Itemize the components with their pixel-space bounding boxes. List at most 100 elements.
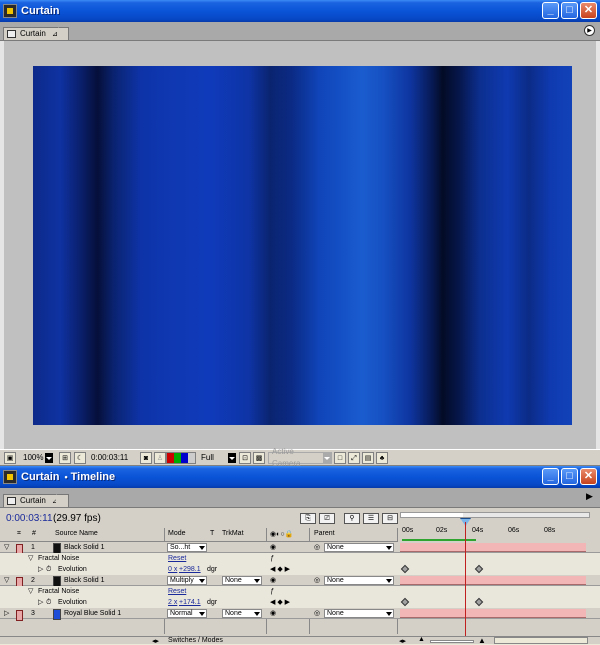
snapshot-camera-icon[interactable]: ◙: [140, 452, 152, 464]
composition-icon: [7, 497, 16, 505]
video-switch-icon[interactable]: ◉: [270, 542, 276, 553]
expand-twirl-icon[interactable]: ▷: [38, 597, 43, 608]
view-layout-icon[interactable]: □: [334, 452, 346, 464]
safe-zones-icon[interactable]: ⊞: [59, 452, 71, 464]
header-source-name[interactable]: Source Name: [55, 530, 98, 537]
layer-duration-bar[interactable]: [400, 576, 586, 585]
layer-duration-bar[interactable]: [400, 609, 586, 618]
keyframe-diamond[interactable]: [474, 597, 484, 607]
trkmat-dropdown[interactable]: None: [222, 609, 262, 618]
current-time-display[interactable]: 0:00:03:11: [91, 452, 137, 464]
evolution-degrees-value[interactable]: +298.1: [179, 564, 201, 575]
label-column-icon[interactable]: ⌗: [17, 530, 21, 538]
always-preview-icon[interactable]: ▣: [4, 452, 16, 464]
layer-name[interactable]: Black Solid 1: [64, 575, 104, 586]
layer-row[interactable]: ▽ 2 Black Solid 1 Multiply None ◉ ◎ None: [0, 575, 600, 588]
pixel-aspect-icon[interactable]: ⤢: [348, 452, 360, 464]
layer-duration-bar[interactable]: [400, 543, 586, 552]
timeline-current-time[interactable]: 0:00:03:11: [6, 513, 53, 524]
ruler-tick-label: 04s: [472, 527, 484, 534]
property-row[interactable]: ▷ ⏱ Evolution 2 x +174.1 dgr ◀ ◆ ▶: [0, 597, 600, 608]
expand-twirl-icon[interactable]: ▷: [4, 608, 9, 619]
frame-blending-icon[interactable]: ☰: [363, 513, 379, 524]
rgb-channel-icon[interactable]: [166, 452, 196, 464]
minimize-button[interactable]: _: [542, 468, 559, 485]
layer-row[interactable]: ▷ 3 Royal Blue Solid 1 Normal None ◉ ◎ N…: [0, 608, 600, 621]
parent-dropdown[interactable]: None: [324, 576, 394, 585]
stopwatch-icon[interactable]: ⏱: [46, 597, 51, 608]
parent-pickwhip-icon[interactable]: ◎: [314, 542, 320, 553]
transparency-grid-icon[interactable]: ▩: [253, 452, 265, 464]
magnification-dropdown[interactable]: 100%: [20, 452, 56, 464]
region-of-interest-icon[interactable]: ⊡: [239, 452, 251, 464]
parent-pickwhip-icon[interactable]: ◎: [314, 608, 320, 619]
timeline-title-bar[interactable]: Curtain • Timeline _ □ ✕: [0, 466, 600, 488]
maximize-button[interactable]: □: [561, 2, 578, 19]
mode-dropdown[interactable]: Normal: [167, 609, 207, 618]
timeline-toggle-icon[interactable]: ▤: [362, 452, 374, 464]
expand-twirl-icon[interactable]: ▽: [4, 542, 9, 553]
effect-reset-link[interactable]: Reset: [168, 586, 186, 597]
header-trkmat: TrkMat: [222, 530, 244, 537]
effect-switch-icon[interactable]: ƒ: [270, 553, 274, 564]
parent-pickwhip-icon[interactable]: ◎: [314, 575, 320, 586]
parent-dropdown[interactable]: None: [324, 609, 394, 618]
zoom-out-mountain-icon[interactable]: ▲: [418, 636, 425, 643]
stopwatch-icon[interactable]: ⏱: [46, 564, 51, 575]
maximize-button[interactable]: □: [561, 468, 578, 485]
layer-number: 1: [31, 544, 35, 551]
current-time-indicator[interactable]: [465, 522, 466, 638]
close-button[interactable]: ✕: [580, 2, 597, 19]
minimize-button[interactable]: _: [542, 2, 559, 19]
comp-marker-icon[interactable]: ⎘: [300, 513, 316, 524]
motion-blur-icon[interactable]: ⊟: [382, 513, 398, 524]
panel-menu-icon[interactable]: ▶: [584, 25, 595, 36]
effect-row[interactable]: ▽ Fractal Noise Reset ƒ: [0, 553, 600, 564]
expand-twirl-icon[interactable]: ▽: [28, 553, 33, 564]
composition-title-bar[interactable]: Curtain _ □ ✕: [0, 0, 600, 22]
keyframe-navigator[interactable]: ◀ ◆ ▶: [270, 597, 290, 608]
after-effects-app-icon: [3, 4, 17, 18]
horizontal-scrollbar[interactable]: [494, 637, 588, 644]
expand-twirl-icon[interactable]: ▽: [4, 575, 9, 586]
parent-dropdown[interactable]: None: [324, 543, 394, 552]
time-navigator[interactable]: [400, 512, 590, 518]
panel-menu-icon[interactable]: ▶: [584, 491, 595, 502]
shy-layers-icon[interactable]: ⚲: [344, 513, 360, 524]
flowchart-icon[interactable]: ♣: [376, 452, 388, 464]
property-row[interactable]: ▷ ⏱ Evolution 0 x +298.1 dgr ◀ ◆ ▶: [0, 564, 600, 575]
close-button[interactable]: ✕: [580, 468, 597, 485]
evolution-revolutions-value[interactable]: 2 x: [168, 597, 177, 608]
label-color-icon[interactable]: [16, 610, 23, 621]
composition-viewer[interactable]: [0, 41, 600, 449]
trkmat-dropdown[interactable]: None: [222, 576, 262, 585]
draft-3d-icon[interactable]: ⎚: [319, 513, 335, 524]
switches-modes-toggle[interactable]: Switches / Modes: [168, 637, 223, 644]
camera-view-dropdown[interactable]: Active Camera: [268, 447, 332, 468]
effect-switch-icon[interactable]: ƒ: [270, 586, 274, 597]
video-switch-icon[interactable]: ◉: [270, 608, 276, 619]
evolution-degrees-value[interactable]: +174.1: [179, 597, 201, 608]
mode-dropdown[interactable]: So...ht: [167, 543, 207, 552]
chevron-down-icon: [227, 453, 236, 463]
ruler-tick-label: 08s: [544, 527, 556, 534]
keyframe-navigator[interactable]: ◀ ◆ ▶: [270, 564, 290, 575]
mode-dropdown[interactable]: Multiply: [167, 576, 207, 585]
layer-row[interactable]: ▽ 1 Black Solid 1 So...ht ◉ ◎ None: [0, 542, 600, 555]
keyframe-diamond[interactable]: [400, 597, 410, 607]
zoom-slider[interactable]: [430, 640, 474, 643]
show-snapshot-icon[interactable]: ♙: [154, 452, 166, 464]
effect-reset-link[interactable]: Reset: [168, 553, 186, 564]
video-switch-icon[interactable]: ◉: [270, 575, 276, 586]
expand-twirl-icon[interactable]: ▽: [28, 586, 33, 597]
layer-name[interactable]: Black Solid 1: [64, 542, 104, 553]
layer-name[interactable]: Royal Blue Solid 1: [64, 608, 121, 619]
time-ruler[interactable]: 00s 02s 04s 06s 08s: [398, 508, 600, 542]
evolution-revolutions-value[interactable]: 0 x: [168, 564, 177, 575]
mask-view-icon[interactable]: ☾: [74, 452, 86, 464]
keyframe-diamond[interactable]: [474, 564, 484, 574]
expand-twirl-icon[interactable]: ▷: [38, 564, 43, 575]
effect-row[interactable]: ▽ Fractal Noise Reset ƒ: [0, 586, 600, 597]
resolution-dropdown[interactable]: Full: [198, 452, 236, 464]
keyframe-diamond[interactable]: [400, 564, 410, 574]
